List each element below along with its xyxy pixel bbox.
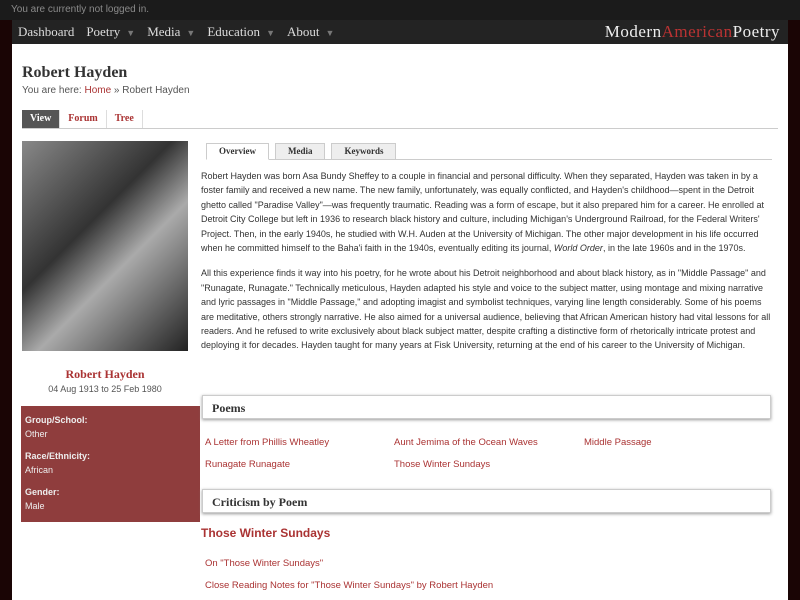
dropdown-arrow-icon: ▼ — [266, 28, 275, 38]
author-photo — [22, 141, 188, 351]
nav-label: Poetry — [86, 24, 121, 39]
login-status-bar: You are currently not logged in. — [0, 0, 800, 20]
tab-overview[interactable]: Overview — [206, 143, 269, 160]
breadcrumb: You are here: Home » Robert Hayden — [22, 85, 190, 96]
tab-keywords[interactable]: Keywords — [331, 143, 397, 160]
nav-label: About — [286, 24, 320, 39]
poem-link[interactable]: A Letter from Phillis Wheatley — [205, 437, 329, 448]
criticism-link[interactable]: On "Those Winter Sundays" — [205, 558, 323, 569]
author-name: Robert Hayden — [65, 367, 145, 381]
poem-link[interactable]: Aunt Jemima of the Ocean Waves — [394, 437, 538, 448]
page-content: Robert Hayden You are here: Home » Rober… — [12, 44, 788, 600]
nav-education[interactable]: Education ▼ — [207, 20, 275, 45]
tab-media[interactable]: Media — [274, 143, 326, 160]
content-tabs: Overview Media Keywords — [206, 143, 772, 160]
poem-link[interactable]: Runagate Runagate — [205, 459, 290, 470]
poem-link[interactable]: Middle Passage — [584, 437, 652, 448]
page-title: Robert Hayden — [22, 64, 128, 81]
login-status: You are currently not logged in. — [11, 4, 150, 15]
tab-view[interactable]: View — [22, 110, 61, 128]
main-nav: Dashboard Poetry ▼ Media ▼ Education ▼ Abou… — [12, 20, 788, 44]
overview-text: Robert Hayden was born Asa Bundy Sheffey… — [201, 171, 771, 351]
nav-poetry[interactable]: Poetry ▼ — [86, 20, 135, 45]
nav-dashboard[interactable]: Dashboard — [18, 20, 74, 44]
site-logo[interactable]: ModernAmericanPoetry — [605, 22, 780, 42]
nav-label: Media — [147, 24, 181, 39]
nav-media[interactable]: Media ▼ — [147, 20, 195, 45]
poem-link[interactable]: Those Winter Sundays — [394, 459, 490, 470]
breadcrumb-home[interactable]: Home — [84, 85, 111, 96]
page-tabs: View Forum Tree — [22, 110, 778, 129]
criticism-poem-title: Those Winter Sundays — [201, 526, 331, 540]
tab-forum[interactable]: Forum — [60, 110, 107, 128]
dropdown-arrow-icon: ▼ — [325, 28, 335, 38]
author-dates: 04 Aug 1913 to 25 Feb 1980 — [48, 384, 162, 394]
poems-heading: Poems — [202, 395, 771, 419]
criticism-heading: Criticism by Poem — [202, 489, 771, 513]
criticism-link[interactable]: Close Reading Notes for "Those Winter Su… — [205, 580, 493, 591]
author-info-box: Group/School: Other Race/Ethnicity: Africa… — [21, 406, 200, 522]
tab-tree[interactable]: Tree — [107, 110, 143, 128]
nav-about[interactable]: About ▼ — [287, 20, 334, 45]
dropdown-arrow-icon: ▼ — [126, 28, 136, 38]
dropdown-arrow-icon: ▼ — [186, 28, 196, 38]
nav-label: Education — [207, 24, 261, 39]
